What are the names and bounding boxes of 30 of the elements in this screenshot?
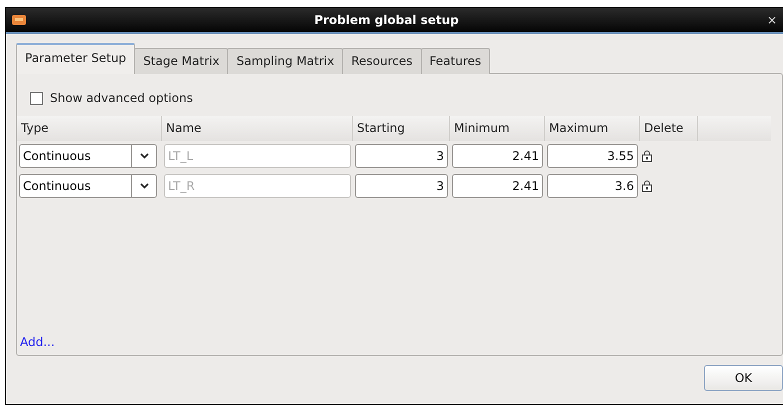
chevron-down-icon [140,183,148,189]
starting-field[interactable]: 3 [355,144,448,168]
window-title: Problem global setup [313,13,460,27]
close-button[interactable]: × [766,13,777,27]
lock-icon[interactable] [642,180,652,192]
add-link[interactable]: Add... [17,335,55,349]
column-header: Minimum [450,116,545,141]
tab[interactable]: Resources [342,48,422,74]
column-header: Maximum [545,116,640,141]
tab[interactable]: Features [420,48,490,74]
tab[interactable]: Parameter Setup [16,43,136,74]
ok-button[interactable]: OK [704,365,783,391]
column-header: Starting [353,116,450,141]
lock-icon[interactable] [642,150,652,162]
minimum-field[interactable]: 2.41 [452,144,543,168]
checkbox-label: Show advanced options [50,91,193,105]
tab[interactable]: Stage Matrix [134,48,228,74]
type-dropdown[interactable]: Continuous [19,144,157,168]
maximum-field[interactable]: 3.6 [547,174,638,198]
chevron-down-icon [140,153,148,159]
column-header: Delete [640,116,698,141]
starting-field[interactable]: 3 [355,174,448,198]
type-dropdown[interactable]: Continuous [19,174,157,198]
minimum-field[interactable]: 2.41 [452,174,543,198]
maximum-field[interactable]: 3.55 [547,144,638,168]
checkbox[interactable] [30,92,43,104]
column-header: Type [17,116,162,141]
app-logo-icon [12,14,26,26]
column-header: Name [162,116,353,141]
tab[interactable]: Sampling Matrix [227,48,344,74]
